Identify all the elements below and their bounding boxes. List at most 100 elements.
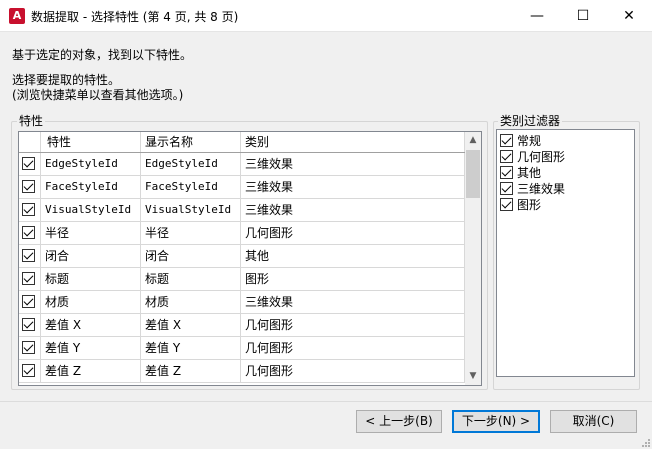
filter-item-label: 常规 <box>517 134 542 148</box>
display-name-cell[interactable]: FaceStyleId <box>141 176 241 198</box>
checkbox-checked-icon[interactable] <box>22 226 35 239</box>
category-cell: 几何图形 <box>241 337 465 359</box>
table-row[interactable]: 材质 材质 三维效果 <box>19 291 465 314</box>
row-checkbox-cell[interactable] <box>19 314 41 336</box>
filter-item[interactable]: 三维效果 <box>500 181 630 197</box>
table-row[interactable]: 差值 Z 差值 Z 几何图形 <box>19 360 465 383</box>
checkbox-checked-icon[interactable] <box>22 318 35 331</box>
category-cell: 其他 <box>241 245 465 267</box>
row-checkbox-cell[interactable] <box>19 337 41 359</box>
display-name-cell[interactable]: 闭合 <box>141 245 241 267</box>
column-header-property-label: 特性 <box>47 135 72 149</box>
filter-item[interactable]: 图形 <box>500 197 630 213</box>
checkbox-checked-icon[interactable] <box>22 203 35 216</box>
checkbox-checked-icon[interactable] <box>22 249 35 262</box>
checkbox-checked-icon[interactable] <box>22 364 35 377</box>
property-cell: EdgeStyleId <box>41 153 141 175</box>
row-checkbox-cell[interactable] <box>19 360 41 382</box>
table-row[interactable]: 半径 半径 几何图形 <box>19 222 465 245</box>
category-cell: 几何图形 <box>241 222 465 244</box>
category-cell: 图形 <box>241 268 465 290</box>
filter-item-label: 图形 <box>517 198 542 212</box>
table-row[interactable]: 差值 X 差值 X 几何图形 <box>19 314 465 337</box>
checkbox-checked-icon[interactable] <box>22 341 35 354</box>
description-text: 基于选定的对象，找到以下特性。 <box>12 48 193 62</box>
filter-item[interactable]: 几何图形 <box>500 149 630 165</box>
close-button[interactable]: ✕ <box>606 0 652 31</box>
scroll-up-icon[interactable]: ▲ <box>465 132 481 149</box>
cancel-button[interactable]: 取消(C) <box>550 410 637 433</box>
properties-group-label: 特性 <box>17 112 46 129</box>
checkbox-checked-icon[interactable] <box>22 272 35 285</box>
checkbox-checked-icon[interactable] <box>500 150 513 163</box>
category-cell: 几何图形 <box>241 314 465 336</box>
checkbox-checked-icon[interactable] <box>500 134 513 147</box>
filter-item-label: 三维效果 <box>517 182 566 196</box>
display-name-cell[interactable]: VisualStyleId <box>141 199 241 221</box>
display-name-cell[interactable]: 差值 Y <box>141 337 241 359</box>
separator <box>0 401 652 402</box>
row-checkbox-cell[interactable] <box>19 222 41 244</box>
column-header-category[interactable]: 类别 <box>241 132 465 152</box>
minimize-button[interactable]: — <box>514 0 560 31</box>
property-cell: 差值 Z <box>41 360 141 382</box>
display-name-cell[interactable]: 半径 <box>141 222 241 244</box>
scrollbar-thumb[interactable] <box>466 150 480 198</box>
filter-item[interactable]: 其他 <box>500 165 630 181</box>
category-cell: 三维效果 <box>241 199 465 221</box>
table-row[interactable]: EdgeStyleId EdgeStyleId 三维效果 <box>19 153 465 176</box>
table-row[interactable]: VisualStyleId VisualStyleId 三维效果 <box>19 199 465 222</box>
property-cell: 材质 <box>41 291 141 313</box>
resize-grip-icon[interactable] <box>641 438 651 448</box>
filter-item-label: 其他 <box>517 166 542 180</box>
property-cell: 闭合 <box>41 245 141 267</box>
grid-header: 特性 显示名称 类别 <box>19 132 465 153</box>
table-row[interactable]: 差值 Y 差值 Y 几何图形 <box>19 337 465 360</box>
display-name-cell[interactable]: 材质 <box>141 291 241 313</box>
category-filter-label: 类别过滤器 <box>498 112 563 129</box>
row-checkbox-cell[interactable] <box>19 153 41 175</box>
row-checkbox-cell[interactable] <box>19 199 41 221</box>
filter-item-label: 几何图形 <box>517 150 566 164</box>
next-button[interactable]: 下一步(N) > <box>452 410 540 433</box>
table-row[interactable]: 标题 标题 图形 <box>19 268 465 291</box>
category-cell: 几何图形 <box>241 360 465 382</box>
display-name-cell[interactable]: 差值 Z <box>141 360 241 382</box>
app-icon: A <box>9 8 25 24</box>
row-checkbox-cell[interactable] <box>19 176 41 198</box>
display-name-cell[interactable]: 差值 X <box>141 314 241 336</box>
checkbox-checked-icon[interactable] <box>500 182 513 195</box>
property-cell: 半径 <box>41 222 141 244</box>
property-cell: VisualStyleId <box>41 199 141 221</box>
row-checkbox-cell[interactable] <box>19 291 41 313</box>
category-cell: 三维效果 <box>241 176 465 198</box>
vertical-scrollbar[interactable]: ▲ ▼ <box>465 132 481 385</box>
category-cell: 三维效果 <box>241 153 465 175</box>
category-filter-list: 常规几何图形其他三维效果图形 <box>496 129 635 377</box>
properties-grid[interactable]: 特性 显示名称 类别 EdgeStyleId EdgeStyleId 三维效果 Fac… <box>18 131 482 386</box>
display-name-cell[interactable]: EdgeStyleId <box>141 153 241 175</box>
checkbox-checked-icon[interactable] <box>500 198 513 211</box>
header-checkbox-column[interactable] <box>19 132 41 152</box>
back-button[interactable]: < 上一步(B) <box>356 410 442 433</box>
checkbox-checked-icon[interactable] <box>22 295 35 308</box>
display-name-cell[interactable]: 标题 <box>141 268 241 290</box>
maximize-button[interactable]: ☐ <box>560 0 606 31</box>
checkbox-checked-icon[interactable] <box>22 157 35 170</box>
window-title: 数据提取 - 选择特性 (第 4 页, 共 8 页) <box>31 10 239 24</box>
table-row[interactable]: 闭合 闭合 其他 <box>19 245 465 268</box>
column-header-display-name[interactable]: 显示名称 <box>141 132 241 152</box>
checkbox-checked-icon[interactable] <box>22 180 35 193</box>
table-row[interactable]: FaceStyleId FaceStyleId 三维效果 <box>19 176 465 199</box>
property-cell: FaceStyleId <box>41 176 141 198</box>
title-bar: A 数据提取 - 选择特性 (第 4 页, 共 8 页) — ☐ ✕ <box>0 0 652 32</box>
column-header-property[interactable]: 特性 <box>41 132 157 152</box>
category-cell: 三维效果 <box>241 291 465 313</box>
scroll-down-icon[interactable]: ▼ <box>465 368 481 385</box>
property-cell: 差值 Y <box>41 337 141 359</box>
property-cell: 差值 X <box>41 314 141 336</box>
row-checkbox-cell[interactable] <box>19 268 41 290</box>
row-checkbox-cell[interactable] <box>19 245 41 267</box>
filter-item[interactable]: 常规 <box>500 133 630 149</box>
checkbox-checked-icon[interactable] <box>500 166 513 179</box>
